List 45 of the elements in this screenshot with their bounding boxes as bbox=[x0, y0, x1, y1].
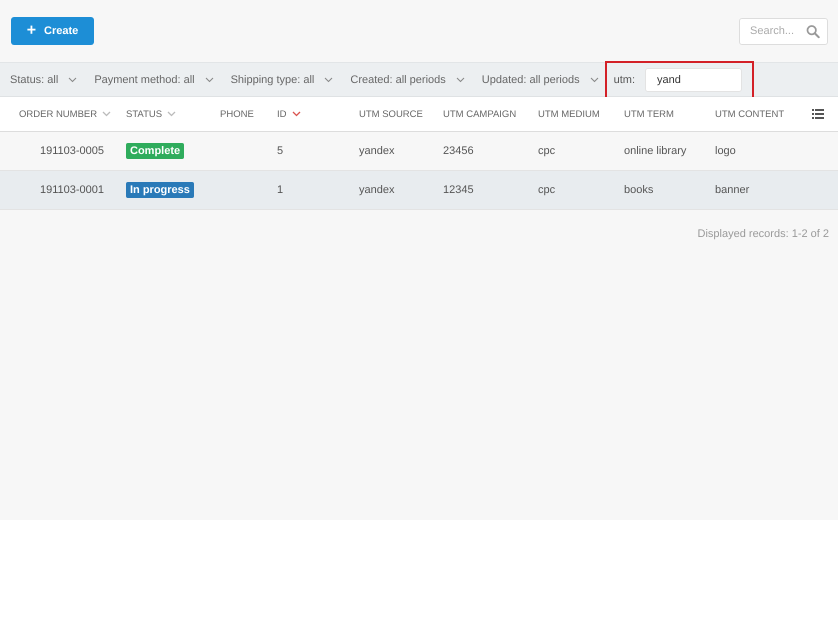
utm-content-cell: banner bbox=[715, 184, 750, 196]
records-count: Displayed records: 1-2 of 2 bbox=[698, 228, 829, 240]
status-badge: Complete bbox=[126, 143, 184, 159]
chevron-down-icon bbox=[204, 76, 214, 82]
column-header: PHONE bbox=[220, 108, 254, 120]
column-header: UTM MEDIUM bbox=[538, 108, 600, 120]
column-header: UTM SOURCE bbox=[359, 108, 423, 120]
column-header[interactable]: STATUS bbox=[126, 108, 162, 120]
id-cell: 5 bbox=[277, 145, 284, 157]
utm-medium-cell: cpc bbox=[538, 184, 556, 196]
column-header: UTM TERM bbox=[624, 108, 674, 120]
order-number-cell: 191103-0001 bbox=[40, 184, 104, 196]
column-menu-icon[interactable] bbox=[812, 109, 824, 119]
chevron-down-icon bbox=[590, 76, 599, 82]
filter-dropdown[interactable]: Status: all bbox=[10, 74, 78, 86]
utm-campaign-cell: 12345 bbox=[443, 184, 474, 196]
sort-chevron-icon[interactable] bbox=[292, 111, 300, 117]
search-input[interactable]: Search... bbox=[750, 25, 806, 37]
utm-campaign-cell: 23456 bbox=[443, 145, 474, 157]
utm-content-cell: logo bbox=[715, 145, 736, 157]
create-button[interactable]: + Create bbox=[11, 17, 94, 45]
utm-input-field[interactable]: yand bbox=[645, 68, 742, 92]
chevron-down-icon bbox=[456, 76, 465, 82]
column-header: UTM CONTENT bbox=[715, 108, 784, 120]
filter-dropdown[interactable]: Updated: all periods bbox=[482, 74, 599, 86]
utm-medium-cell: cpc bbox=[538, 145, 556, 157]
chevron-down-icon bbox=[68, 76, 78, 82]
utm-source-cell: yandex bbox=[359, 145, 394, 157]
order-number-cell: 191103-0005 bbox=[40, 145, 104, 157]
status-badge: In progress bbox=[126, 182, 194, 198]
search-field[interactable]: Search... bbox=[739, 18, 828, 44]
utm-source-cell: yandex bbox=[359, 184, 394, 196]
id-cell: 1 bbox=[277, 184, 284, 196]
utm-term-cell: books bbox=[624, 184, 654, 196]
filter-dropdown[interactable]: Shipping type: all bbox=[230, 74, 334, 86]
filter-dropdown[interactable]: Created: all periods bbox=[350, 74, 465, 86]
chevron-down-icon bbox=[324, 76, 334, 82]
filter-label: utm: bbox=[614, 74, 636, 86]
table-row[interactable]: 191103-0001 In progress 1 yandex 12345 cpc books banner bbox=[0, 171, 838, 210]
utm-term-cell: online library bbox=[624, 145, 686, 157]
filter-dropdown[interactable]: Payment method: all bbox=[94, 74, 214, 86]
column-header[interactable]: ID bbox=[277, 108, 286, 120]
search-icon bbox=[806, 24, 820, 38]
column-header: UTM CAMPAIGN bbox=[443, 108, 516, 120]
column-header[interactable]: ORDER NUMBER bbox=[19, 108, 98, 120]
